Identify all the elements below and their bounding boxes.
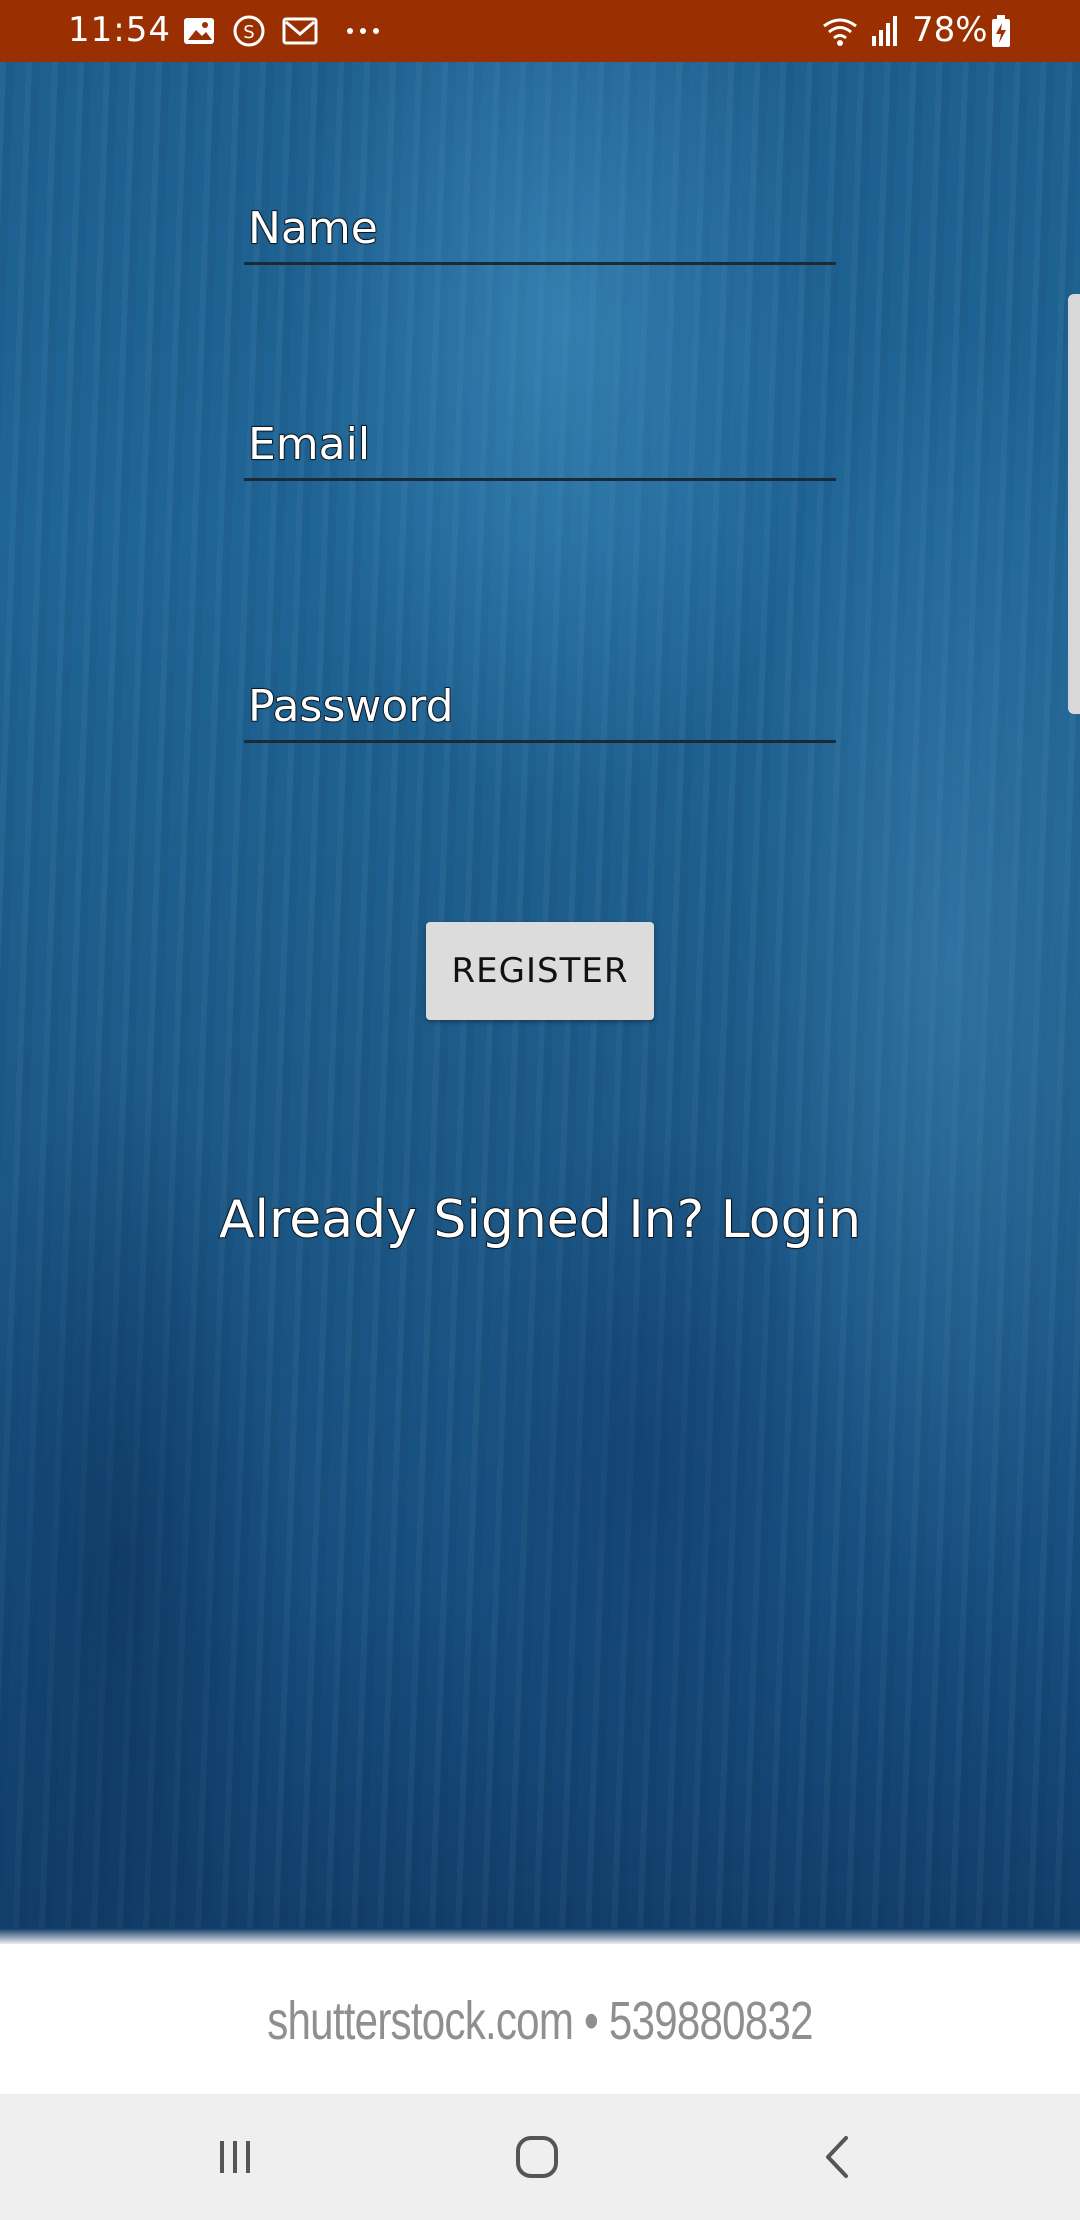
password-field[interactable]: Password: [244, 660, 836, 743]
svg-text:S: S: [243, 22, 254, 43]
more-dots-icon: [344, 14, 379, 48]
home-icon[interactable]: [502, 2122, 572, 2192]
recent-apps-icon[interactable]: [200, 2122, 270, 2192]
scroll-indicator[interactable]: [1068, 294, 1080, 714]
name-placeholder: Name: [247, 202, 378, 255]
battery-percentage: 78%: [912, 10, 988, 50]
gallery-icon: [182, 14, 216, 48]
register-screen: 11:54 S 78% shutterstock.com • 539880832…: [0, 0, 1080, 2220]
background-edge: [0, 1928, 1080, 1944]
login-link[interactable]: Already Signed In? Login: [0, 1189, 1080, 1251]
password-placeholder: Password: [247, 680, 454, 733]
wifi-icon: [820, 14, 860, 48]
watermark-text: shutterstock.com • 539880832: [267, 1991, 813, 2051]
email-placeholder: Email: [247, 418, 371, 471]
signal-icon: [868, 14, 902, 48]
back-icon[interactable]: [804, 2122, 874, 2192]
navigation-bar: [0, 2094, 1080, 2220]
status-time: 11:54: [68, 10, 171, 50]
s-circle-icon: S: [232, 14, 266, 48]
gmail-icon: [282, 14, 318, 48]
register-button[interactable]: REGISTER: [426, 922, 654, 1020]
battery-charging-icon: [990, 14, 1012, 48]
name-field[interactable]: Name: [244, 182, 836, 265]
email-field[interactable]: Email: [244, 398, 836, 481]
status-bar: 11:54 S 78%: [0, 0, 1080, 62]
